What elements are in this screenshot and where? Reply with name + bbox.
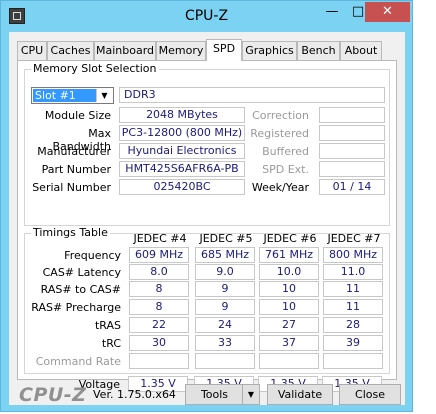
buffered-label: Buffered [262,145,309,158]
timing-cell: 28 [323,317,383,333]
timing-cell [129,353,189,369]
chevron-down-icon[interactable]: ▼ [96,89,112,102]
manufacturer-field: Hyundai Electronics [119,143,245,159]
timing-cell: 10 [259,281,319,297]
registered-label: Registered [250,127,309,140]
tab-cpu[interactable]: CPU [17,41,47,60]
memory-slot-group: Memory Slot Selection Slot #1 ▼ DDR3 Mod… [24,62,390,226]
timings-group-title: Timings Table [31,226,110,239]
timing-cell: 33 [195,335,255,351]
timing-row-label: Frequency [64,249,121,262]
timing-column-header: JEDEC #4 [133,232,187,245]
timing-cell: 761 MHz [259,247,319,263]
correction-label: Correction [252,109,309,122]
version-label: Ver. 1.75.0.x64 [93,388,176,401]
timing-cell: 30 [129,335,189,351]
timing-cell: 37 [259,335,319,351]
timing-cell: 11 [323,299,383,315]
timing-cell [323,353,383,369]
timing-cell: 609 MHz [129,247,189,263]
minimize-button[interactable]: — [319,2,345,22]
timing-row-label: tRAS [94,319,121,332]
footer-bar: CPU-Z Ver. 1.75.0.x64 Tools ▼ Validate C… [9,382,405,406]
part-number-label: Part Number [41,163,111,176]
cpuz-window: CPU-Z — □ ✕ CPU Caches Mainboard Memory … [0,0,413,412]
timing-cell: 39 [323,335,383,351]
memory-type-field: DDR3 [119,87,385,103]
timing-cell [195,353,255,369]
tab-bench[interactable]: Bench [297,41,340,60]
spd-panel: Memory Slot Selection Slot #1 ▼ DDR3 Mod… [17,60,397,392]
timing-cell [259,353,319,369]
correction-field [319,107,385,123]
chevron-down-icon[interactable]: ▼ [242,385,259,404]
cpuz-logo: CPU-Z [19,384,87,406]
timing-cell: 11 [323,281,383,297]
week-year-label: Week/Year [251,181,309,194]
timing-cell: 9.0 [195,264,255,280]
buffered-field [319,143,385,159]
tab-spd[interactable]: SPD [206,39,242,61]
spd-ext-field [319,161,385,177]
tab-memory[interactable]: Memory [156,41,206,60]
module-size-label: Module Size [44,109,111,122]
timing-cell: 10.0 [259,264,319,280]
timing-cell: 22 [129,317,189,333]
slot-select-value: Slot #1 [33,89,97,102]
timing-row-label: CAS# Latency [42,266,121,279]
close-window-button[interactable]: ✕ [365,2,410,22]
tab-mainboard[interactable]: Mainboard [94,41,156,60]
timing-cell: 8 [129,281,189,297]
part-number-field: HMT425S6AFR6A-PB [119,161,245,177]
serial-number-field: 025420BC [119,179,245,195]
timing-cell: 800 MHz [323,247,383,263]
tools-button-label: Tools [200,388,229,401]
timing-cell: 8 [129,299,189,315]
memory-slot-group-title: Memory Slot Selection [31,62,159,75]
timing-column-header: JEDEC #7 [327,232,381,245]
timing-row-label: tRC [101,337,121,350]
tab-graphics[interactable]: Graphics [242,41,297,60]
title-bar[interactable]: CPU-Z — □ ✕ [1,1,412,31]
week-year-field: 01 / 14 [319,179,385,195]
close-button[interactable]: Close [339,384,401,405]
timing-cell: 11.0 [323,264,383,280]
timing-cell: 9 [195,299,255,315]
serial-number-label: Serial Number [32,181,111,194]
timing-cell: 27 [259,317,319,333]
tab-caches[interactable]: Caches [47,41,94,60]
timing-column-header: JEDEC #5 [199,232,253,245]
module-size-field: 2048 MBytes [119,107,245,123]
registered-field [319,125,385,141]
max-bandwidth-field: PC3-12800 (800 MHz) [119,125,245,141]
timing-cell: 8.0 [129,264,189,280]
timing-row-label: RAS# Precharge [31,301,121,314]
timing-column-header: JEDEC #6 [263,232,317,245]
timing-row-label: RAS# to CAS# [40,283,121,296]
slot-select[interactable]: Slot #1 ▼ [31,87,114,104]
timing-cell: 9 [195,281,255,297]
timing-cell: 24 [195,317,255,333]
tab-about[interactable]: About [340,41,382,60]
timing-cell: 685 MHz [195,247,255,263]
timing-row-label: Command Rate [35,355,121,368]
client-area: CPU Caches Mainboard Memory SPD Graphics… [9,32,405,406]
manufacturer-label: Manufacturer [37,145,111,158]
spd-ext-label: SPD Ext. [262,163,309,176]
timings-group: Timings Table JEDEC #4 JEDEC #5 JEDEC #6… [24,226,390,374]
tools-button[interactable]: Tools ▼ [185,384,260,405]
validate-button[interactable]: Validate [267,384,333,405]
timing-cell: 10 [259,299,319,315]
